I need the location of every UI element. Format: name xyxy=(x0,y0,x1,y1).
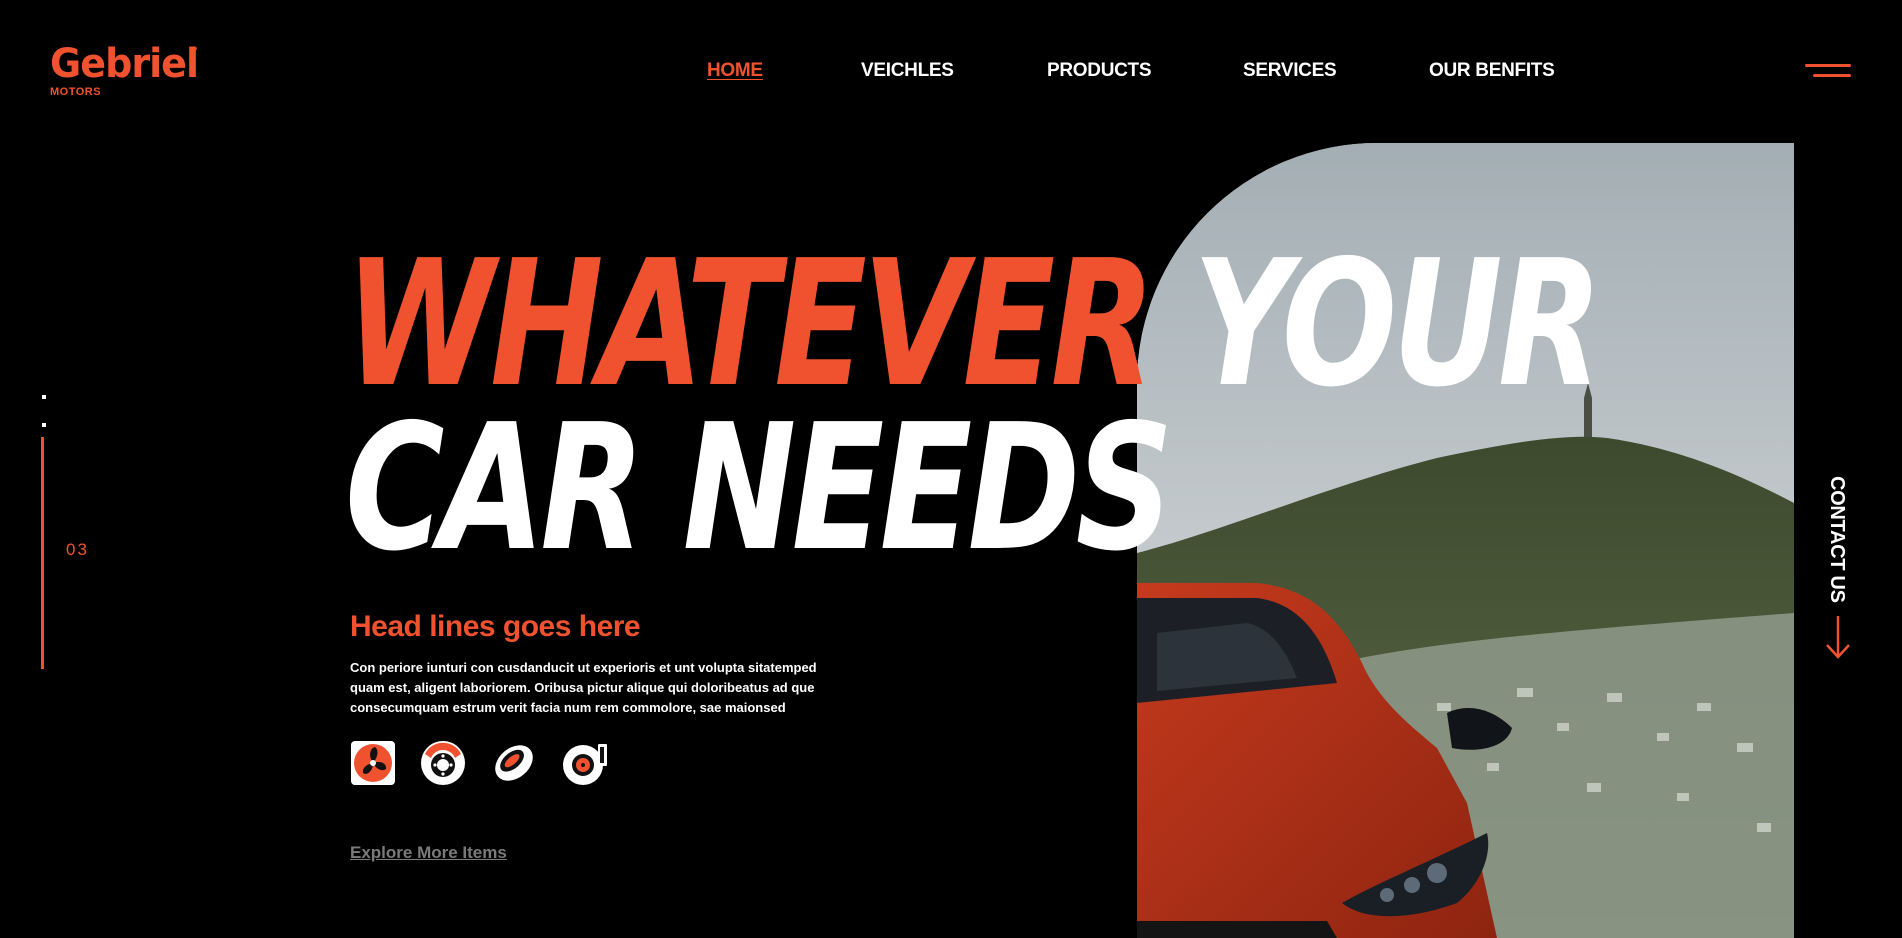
hamburger-line xyxy=(1805,64,1851,67)
brake-disc-icon[interactable] xyxy=(420,740,466,786)
hero-headline: WHATEVER YOUR CAR NEEDS xyxy=(345,238,1603,576)
nav-item-home[interactable]: HOME xyxy=(707,60,763,82)
brand-subtitle: MOTORS xyxy=(50,86,102,98)
nav-item-vehicles[interactable]: VEICHLES xyxy=(861,60,954,82)
slide-progress-bar[interactable] xyxy=(41,437,44,669)
nav-item-services[interactable]: SERVICES xyxy=(1243,60,1337,82)
explore-more-link[interactable]: Explore More Items xyxy=(350,843,507,863)
hamburger-line xyxy=(1813,74,1851,77)
tire-icon[interactable] xyxy=(491,740,537,786)
fan-icon[interactable] xyxy=(350,740,396,786)
hero-description: Con periore iunturi con cusdanducit ut e… xyxy=(350,660,817,715)
slide-number: 03 xyxy=(66,540,89,559)
brand-name: Gebriel xyxy=(50,41,199,87)
headline-line1-rest: YOUR xyxy=(1193,223,1602,426)
nav-item-our-benefits[interactable]: OUR BENFITS xyxy=(1429,60,1555,82)
nav-item-products[interactable]: PRODUCTS xyxy=(1047,60,1152,82)
hero-subheading: Head lines goes here xyxy=(350,610,641,643)
turbo-icon[interactable] xyxy=(562,740,608,786)
brand-logo[interactable]: Gebriel ™ MOTORS xyxy=(50,44,206,98)
contact-us-label: CONTACT US xyxy=(1826,476,1848,603)
brand-trademark: ™ xyxy=(190,46,198,55)
slide-dot[interactable] xyxy=(42,395,46,399)
arrow-down-icon[interactable] xyxy=(1824,614,1852,660)
headline-line2: CAR NEEDS xyxy=(345,387,1173,590)
contact-us-link[interactable]: CONTACT US xyxy=(1822,476,1852,606)
hamburger-icon[interactable] xyxy=(1805,62,1851,80)
slide-dot[interactable] xyxy=(42,423,46,427)
